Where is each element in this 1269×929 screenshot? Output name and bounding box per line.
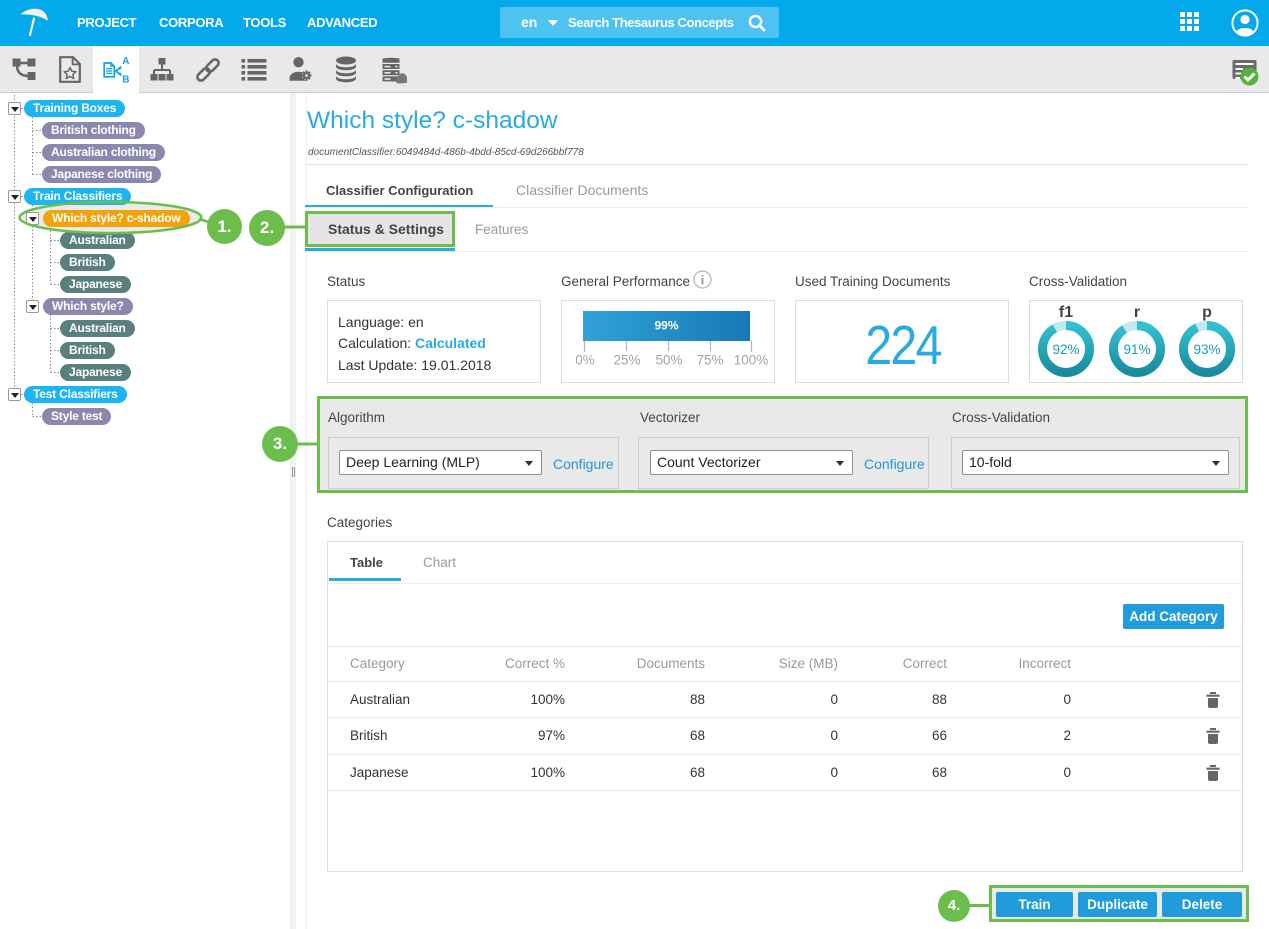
svg-text:0%: 0% bbox=[575, 353, 595, 368]
svg-text:100%: 100% bbox=[734, 353, 769, 368]
svg-text:25%: 25% bbox=[613, 353, 640, 368]
svg-text:75%: 75% bbox=[696, 353, 723, 368]
svg-text:92%: 92% bbox=[1052, 342, 1079, 357]
svg-text:r: r bbox=[1134, 304, 1140, 321]
svg-text:91%: 91% bbox=[1123, 342, 1150, 357]
svg-text:A: A bbox=[122, 56, 129, 67]
svg-text:p: p bbox=[1202, 304, 1212, 321]
svg-text:B: B bbox=[122, 74, 129, 85]
svg-text:i: i bbox=[701, 273, 705, 287]
svg-text:50%: 50% bbox=[655, 353, 682, 368]
svg-text:99%: 99% bbox=[654, 319, 678, 333]
svg-text:f1: f1 bbox=[1059, 304, 1073, 321]
svg-text:93%: 93% bbox=[1193, 342, 1220, 357]
